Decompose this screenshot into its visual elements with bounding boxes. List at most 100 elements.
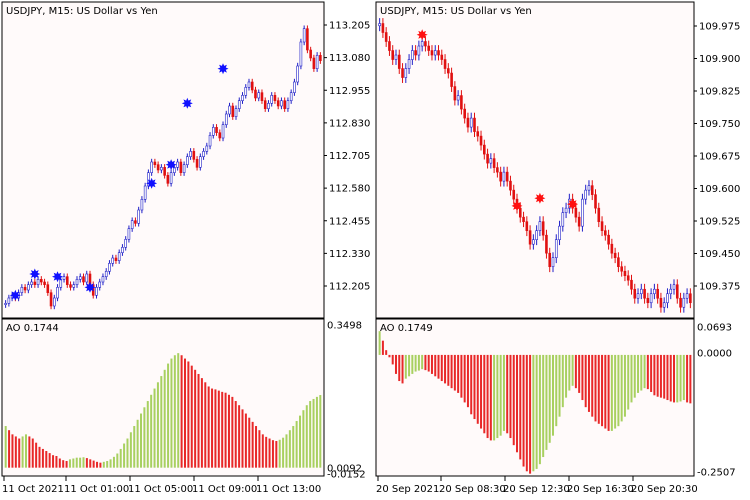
- ao-bar: [424, 354, 427, 371]
- price-tick-label: 112.830: [329, 118, 370, 129]
- ao-bar: [79, 457, 82, 468]
- ao-bar: [676, 354, 679, 403]
- ao-bar: [167, 363, 170, 468]
- ao-bar: [68, 459, 71, 468]
- ao-bar: [278, 439, 281, 468]
- ao-bar: [265, 436, 268, 468]
- ao-bar: [473, 354, 476, 420]
- ao-bar: [190, 365, 193, 468]
- ao-bar: [85, 458, 88, 468]
- ao-bar: [241, 409, 244, 468]
- ao-bar: [656, 354, 659, 397]
- price-tick-label: 109.450: [699, 249, 740, 260]
- ao-bar: [555, 354, 558, 427]
- right-chart-title: USDJPY, M15: US Dollar vs Yen: [380, 6, 532, 17]
- ao-bar: [574, 354, 577, 389]
- ao-bar: [398, 354, 401, 382]
- ao-bar: [48, 453, 51, 468]
- ao-bar: [391, 354, 394, 365]
- ao-bar: [394, 354, 397, 374]
- ao-bar: [522, 354, 525, 467]
- time-tick-label: 11 Oct 05:00: [128, 484, 193, 495]
- ao-bar: [285, 434, 288, 468]
- ao-bar: [251, 421, 254, 468]
- right-ao-pane[interactable]: [375, 318, 695, 477]
- ao-bar: [194, 369, 197, 468]
- ao-bar: [211, 388, 214, 468]
- candle: [581, 193, 584, 232]
- ao-bar: [268, 438, 271, 468]
- ao-bar: [31, 438, 34, 468]
- fractal-low-marker: [84, 281, 96, 293]
- ao-bar: [82, 457, 85, 468]
- ao-bar: [170, 358, 173, 468]
- right-price-pane[interactable]: [375, 1, 695, 319]
- ao-bar: [126, 438, 129, 468]
- ao-bar: [180, 355, 183, 468]
- ao-bar: [453, 354, 456, 391]
- ao-bar: [597, 354, 600, 424]
- ao-bar: [207, 386, 210, 468]
- ao-bar: [620, 354, 623, 422]
- ao-bar: [617, 354, 620, 427]
- price-tick-label: 113.080: [329, 53, 370, 64]
- fractal-high-marker: [567, 198, 579, 210]
- ao-bar: [227, 394, 230, 468]
- candle: [315, 52, 319, 72]
- ao-bar: [282, 437, 285, 468]
- candle: [143, 182, 147, 203]
- left-ao-label: AO 0.1744: [6, 323, 59, 334]
- ao-bar: [52, 455, 55, 468]
- price-tick-label: 109.975: [699, 22, 740, 33]
- ao-bar: [601, 354, 604, 427]
- ao-bar: [548, 354, 551, 443]
- ao-bar: [183, 358, 186, 468]
- ao-bar: [682, 354, 685, 401]
- ao-bar: [470, 354, 473, 415]
- ao-bar: [417, 354, 420, 371]
- left-price-pane[interactable]: [1, 1, 325, 319]
- ao-bar: [234, 401, 237, 468]
- ao-bar: [480, 354, 483, 429]
- ao-bar: [460, 354, 463, 398]
- ao-bar: [238, 405, 241, 468]
- ao-bar: [4, 426, 7, 468]
- ao-bar: [427, 354, 430, 372]
- ao-bar: [584, 354, 587, 408]
- fractal-low-marker: [217, 63, 229, 75]
- time-tick-label: 11 Oct 13:00: [256, 484, 321, 495]
- ao-tick-label: 0.0693: [697, 323, 732, 334]
- ao-bar: [532, 354, 535, 472]
- ao-tick-label: -0.2507: [697, 468, 736, 479]
- left-chart-window[interactable]: USDJPY, M15: US Dollar vs Yen AO 0.1744 …: [1, 1, 370, 495]
- ao-bar: [106, 461, 109, 468]
- price-tick-label: 113.205: [329, 21, 370, 32]
- time-tick-label: 20 Sep 12:30: [503, 484, 570, 495]
- ao-bar: [689, 354, 692, 404]
- right-chart-window[interactable]: USDJPY, M15: US Dollar vs Yen AO 0.1749 …: [375, 1, 740, 495]
- ao-bar: [457, 354, 460, 393]
- price-tick-label: 112.455: [329, 216, 370, 227]
- ao-bar: [614, 354, 617, 429]
- ao-bar: [275, 441, 278, 468]
- candle: [221, 121, 225, 142]
- ao-bar: [8, 430, 11, 468]
- ao-bar: [408, 354, 411, 377]
- ao-bar: [669, 354, 672, 402]
- ao-bar: [99, 462, 102, 468]
- ao-bar: [35, 442, 38, 468]
- ao-bar: [150, 394, 153, 468]
- ao-bar: [519, 354, 522, 460]
- ao-bar: [610, 354, 613, 431]
- ao-bar: [558, 354, 561, 417]
- ao-bar: [493, 354, 496, 441]
- ao-bar: [659, 354, 662, 398]
- ao-bar: [686, 354, 689, 403]
- candle: [49, 289, 53, 310]
- ao-bar: [123, 443, 126, 468]
- ao-bar: [18, 438, 21, 468]
- ao-bar: [463, 354, 466, 403]
- ao-bar: [388, 354, 391, 358]
- ao-bar: [666, 354, 669, 401]
- ao-bar: [136, 419, 139, 468]
